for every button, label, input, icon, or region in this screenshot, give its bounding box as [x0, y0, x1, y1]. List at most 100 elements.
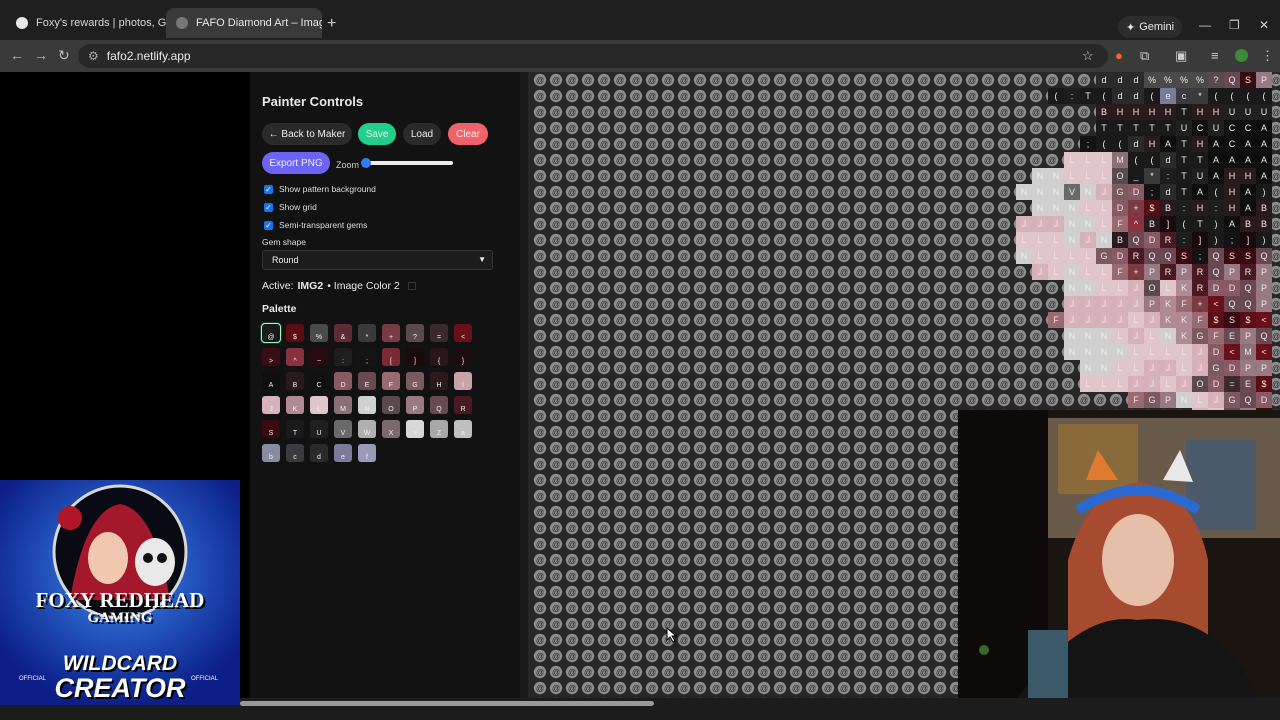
export-png-button[interactable]: Export PNG	[262, 152, 330, 174]
pattern-cell-symbol: J	[1102, 187, 1107, 197]
gem-symbol: @	[536, 604, 544, 613]
palette-swatch[interactable]: Z	[430, 420, 448, 438]
checkmark-icon[interactable]: ✓	[264, 184, 273, 194]
address-bar[interactable]: ⚙ fafo2.netlify.app	[78, 44, 1108, 68]
palette-swatch[interactable]: G	[406, 372, 424, 390]
profile-avatar[interactable]	[1235, 49, 1248, 62]
palette-swatch[interactable]: B	[286, 372, 304, 390]
gem-symbol: @	[840, 284, 848, 293]
palette-swatch[interactable]: N	[358, 396, 376, 414]
gem-shape-select[interactable]: Round ▼	[262, 250, 493, 270]
zoom-slider-thumb[interactable]	[360, 158, 371, 168]
palette-swatch[interactable]: {	[430, 348, 448, 366]
back-icon[interactable]: ←	[10, 47, 24, 63]
checkmark-icon[interactable]: ✓	[264, 202, 273, 212]
palette-swatch[interactable]: Q	[430, 396, 448, 414]
gem-symbol: @	[856, 636, 864, 645]
palette-swatch[interactable]: :	[334, 348, 352, 366]
palette-swatch[interactable]: *	[358, 324, 376, 342]
gem-symbol: @	[808, 428, 816, 437]
palette-swatch[interactable]: ]	[406, 348, 424, 366]
save-button[interactable]: Save	[358, 123, 396, 145]
palette-swatch[interactable]: A	[262, 372, 280, 390]
palette-swatch[interactable]: X	[382, 420, 400, 438]
palette-swatch[interactable]: %	[310, 324, 328, 342]
palette-swatch[interactable]: V	[334, 420, 352, 438]
palette-swatch[interactable]: c	[286, 444, 304, 462]
checkmark-icon[interactable]: ✓	[264, 220, 273, 230]
palette-swatch[interactable]: }	[454, 348, 472, 366]
minimize-icon[interactable]: —	[1199, 18, 1211, 32]
palette-swatch[interactable]: >	[262, 348, 280, 366]
palette-swatch[interactable]: P	[406, 396, 424, 414]
media-icon[interactable]: ≡	[1211, 48, 1219, 63]
menu-icon[interactable]: ⋮	[1261, 48, 1274, 64]
tab-foxys-rewards[interactable]: Foxy's rewards | photos, Goth C ✕	[6, 8, 166, 38]
horizontal-scrollbar-thumb[interactable]	[240, 701, 654, 706]
cast-icon[interactable]: ▣	[1175, 48, 1187, 64]
palette-swatch[interactable]: @	[261, 323, 281, 343]
palette-swatch[interactable]: R	[454, 396, 472, 414]
gem-symbol: @	[696, 572, 704, 581]
forward-icon[interactable]: →	[34, 47, 48, 63]
restore-icon[interactable]: ❐	[1229, 18, 1240, 32]
new-tab-icon[interactable]: +	[327, 15, 336, 33]
back-to-maker-button[interactable]: ← Back to Maker	[262, 123, 352, 145]
palette-swatch[interactable]: ;	[358, 348, 376, 366]
palette-swatch[interactable]: e	[334, 444, 352, 462]
palette-swatch[interactable]: U	[310, 420, 328, 438]
palette-swatch[interactable]: Y	[406, 420, 424, 438]
palette-swatch[interactable]: O	[382, 396, 400, 414]
palette-swatch[interactable]: S	[262, 420, 280, 438]
palette-swatch[interactable]: d	[310, 444, 328, 462]
gem-symbol: @	[680, 140, 688, 149]
palette-swatch[interactable]: f	[358, 444, 376, 462]
palette-swatch[interactable]: ^	[286, 348, 304, 366]
palette-swatch[interactable]: ~	[310, 348, 328, 366]
palette-swatch[interactable]: M	[334, 396, 352, 414]
site-info-icon[interactable]: ⚙	[88, 49, 99, 63]
gem-symbol: @	[936, 412, 944, 421]
load-button[interactable]: Load	[403, 123, 441, 145]
extensions-puzzle-icon[interactable]: ⧉	[1140, 48, 1149, 64]
gem-symbol: @	[760, 92, 768, 101]
palette-swatch[interactable]: T	[286, 420, 304, 438]
bookmark-star-icon[interactable]: ☆	[1082, 48, 1094, 64]
gem-symbol: @	[728, 332, 736, 341]
palette-swatch[interactable]: L	[310, 396, 328, 414]
gemini-button[interactable]: ✦ Gemini	[1118, 16, 1182, 38]
palette-swatch[interactable]: =	[430, 324, 448, 342]
palette-swatch[interactable]: a	[454, 420, 472, 438]
palette-swatch[interactable]: +	[382, 324, 400, 342]
pattern-cell-symbol: L	[1149, 347, 1154, 357]
palette-swatch[interactable]: C	[310, 372, 328, 390]
palette-swatch[interactable]: &	[334, 324, 352, 342]
palette-swatch[interactable]: I	[454, 372, 472, 390]
reload-icon[interactable]: ↻	[58, 47, 70, 64]
palette-swatch[interactable]: W	[358, 420, 376, 438]
palette-swatch[interactable]: D	[334, 372, 352, 390]
gem-symbol: @	[840, 140, 848, 149]
semi-transparent-gems-checkbox[interactable]: ✓ Semi-transparent gems	[264, 220, 367, 230]
gem-symbol: @	[552, 348, 560, 357]
palette-swatch[interactable]: b	[262, 444, 280, 462]
palette-swatch[interactable]: E	[358, 372, 376, 390]
palette-swatch[interactable]: ?	[406, 324, 424, 342]
extension-fox-icon[interactable]: ●	[1115, 48, 1123, 63]
show-grid-checkbox[interactable]: ✓ Show grid	[264, 202, 317, 212]
palette-swatch[interactable]: $	[286, 324, 304, 342]
close-window-icon[interactable]: ✕	[1259, 18, 1269, 32]
show-pattern-background-checkbox[interactable]: ✓ Show pattern background	[264, 184, 376, 194]
palette-swatch[interactable]: F	[382, 372, 400, 390]
palette-swatch[interactable]: <	[454, 324, 472, 342]
palette-swatch[interactable]: J	[262, 396, 280, 414]
gem-symbol: @	[936, 348, 944, 357]
palette-swatch[interactable]: [	[382, 348, 400, 366]
tab-fafo-diamond-art[interactable]: FAFO Diamond Art – Image Col ✕	[166, 8, 322, 38]
gem-symbol: @	[872, 220, 880, 229]
palette-swatch[interactable]: H	[430, 372, 448, 390]
clear-button[interactable]: Clear	[448, 123, 488, 145]
gem-symbol: @	[920, 684, 928, 693]
zoom-slider[interactable]	[360, 158, 453, 168]
palette-swatch[interactable]: K	[286, 396, 304, 414]
